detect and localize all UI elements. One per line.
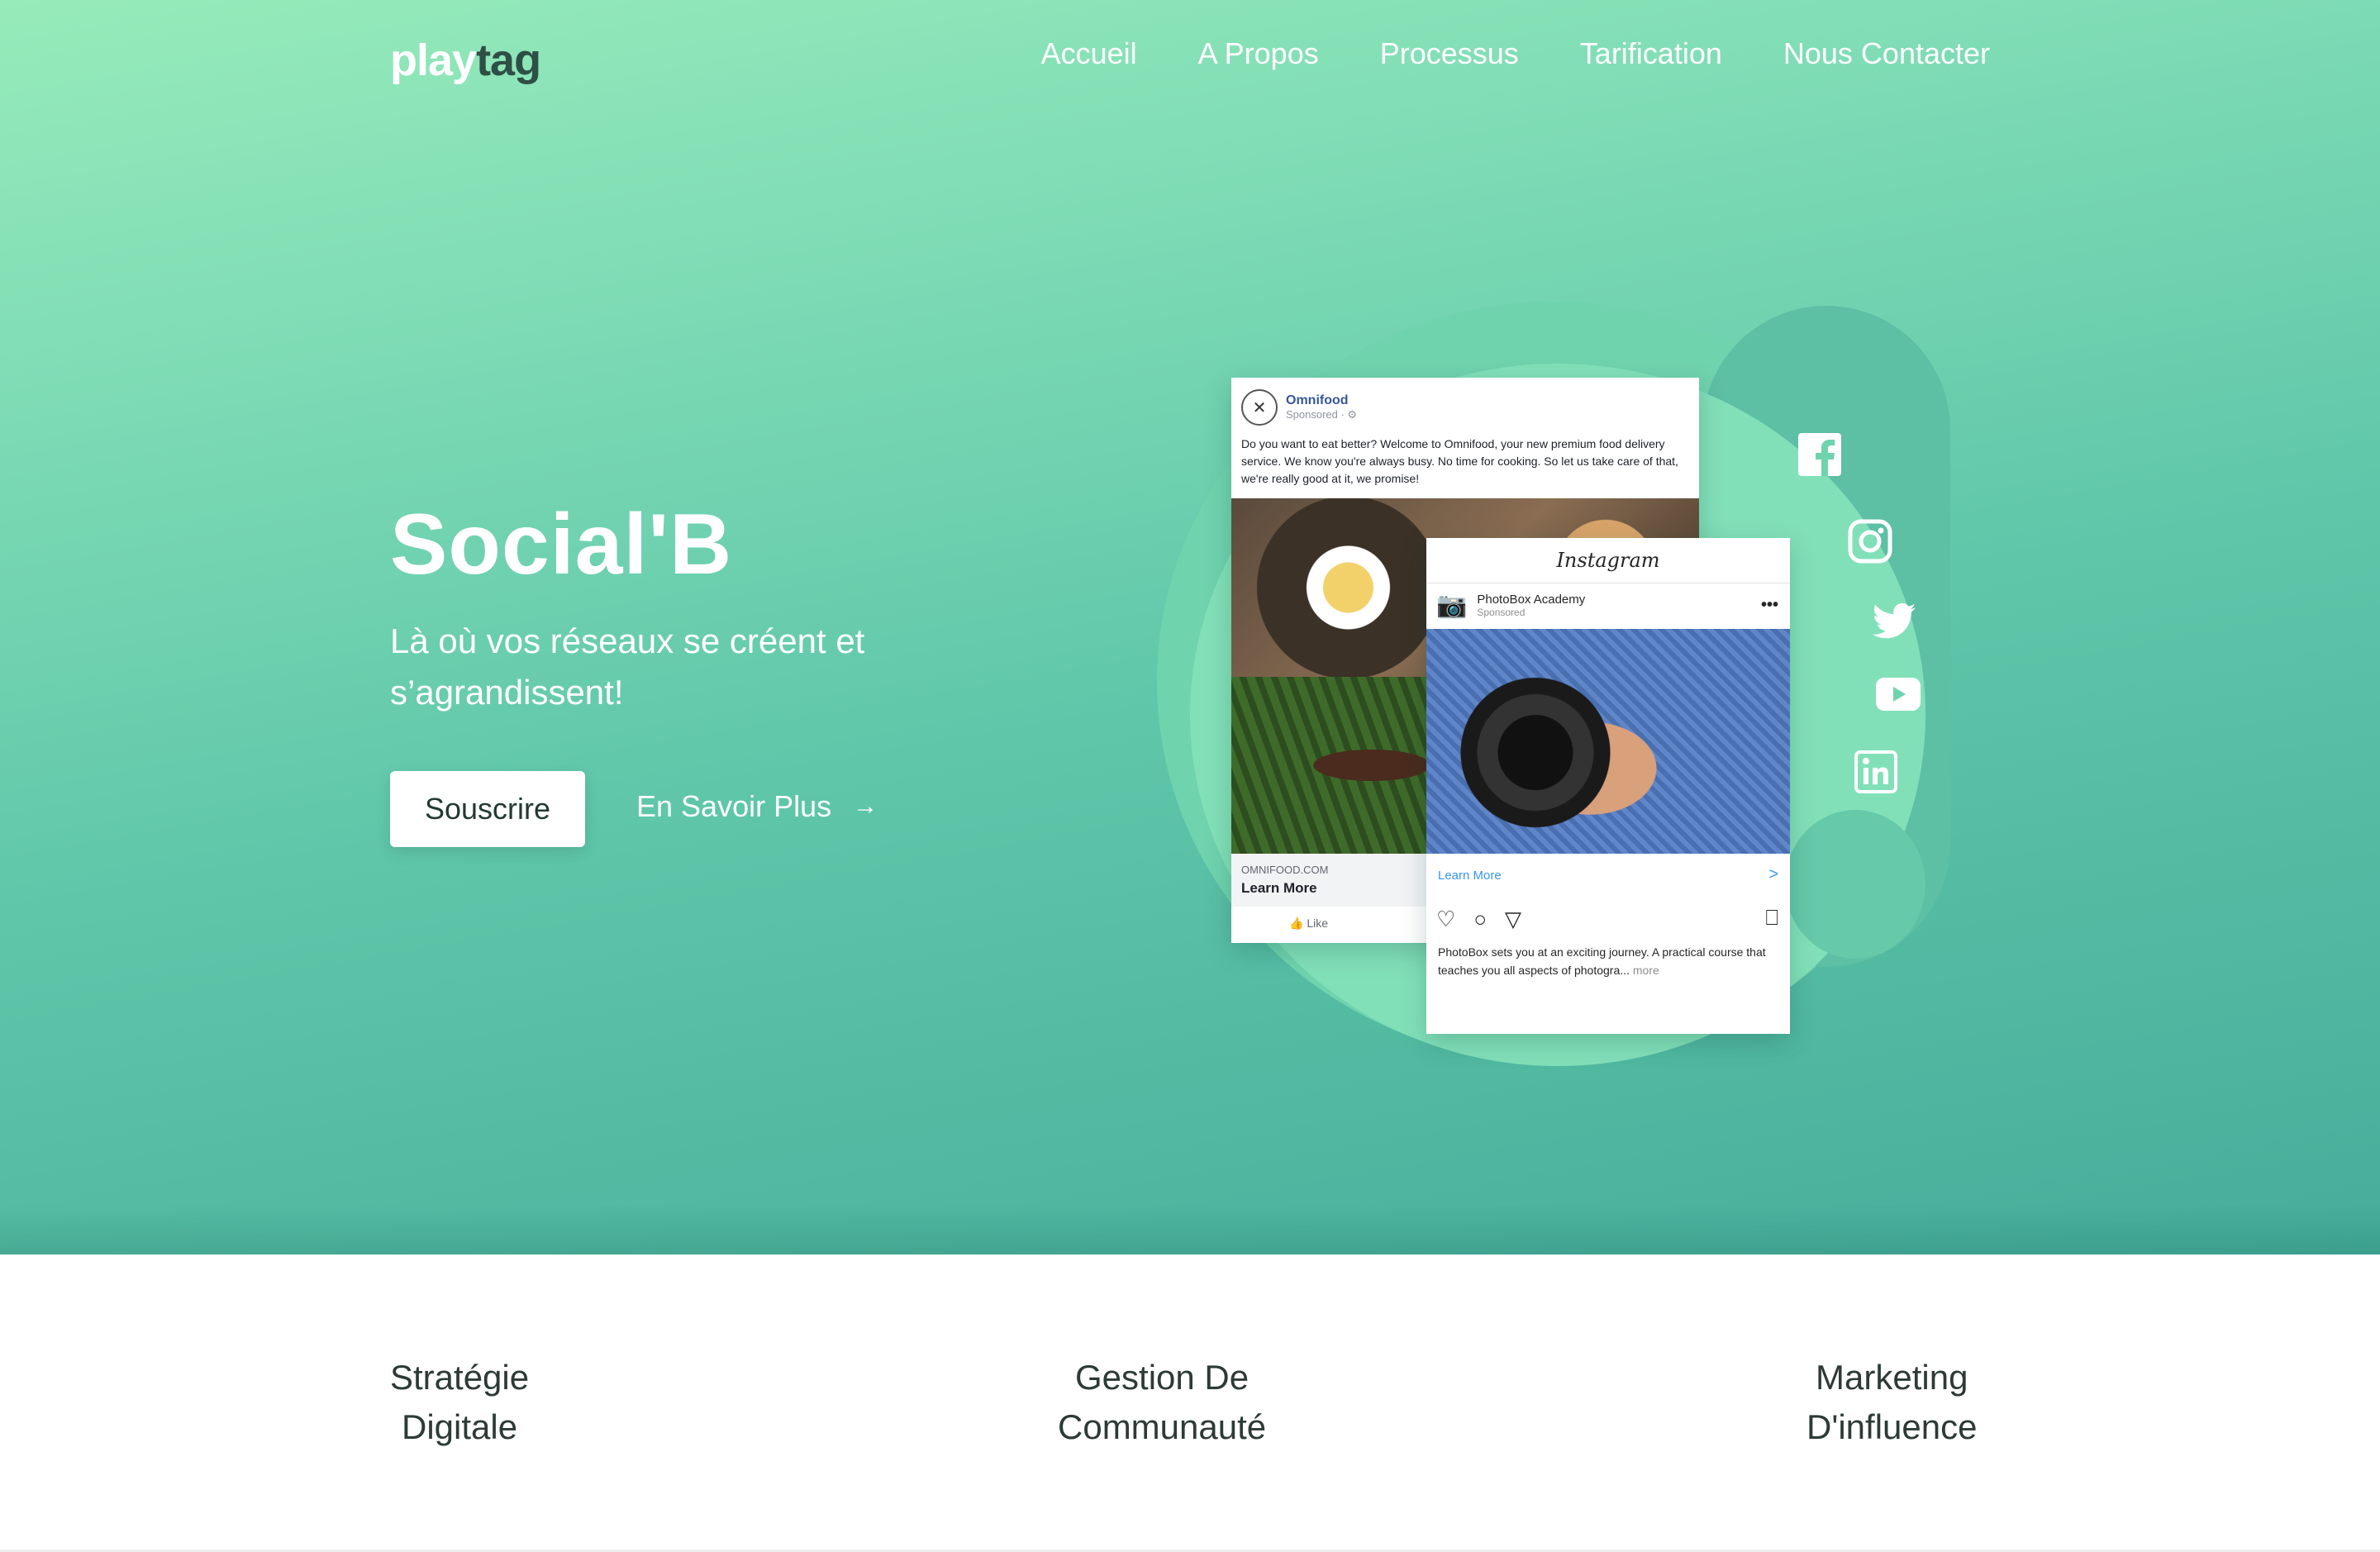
ig-sponsored: Sponsored: [1477, 607, 1526, 618]
camera-icon: 📷: [1436, 592, 1468, 619]
instagram-wordmark: Instagram: [1426, 538, 1790, 583]
background-blob-small: [1785, 810, 1925, 959]
facebook-icon[interactable]: [1798, 433, 1841, 476]
fb-like: 👍 Like: [1289, 916, 1329, 930]
heart-icon: ♡: [1436, 907, 1456, 931]
ig-learn-more: Learn More: [1438, 869, 1502, 883]
feature-line1: Marketing: [1816, 1358, 1968, 1397]
feature-line2: Communauté: [1058, 1407, 1267, 1446]
nav-nous-contacter[interactable]: Nous Contacter: [1783, 36, 1990, 71]
fb-ad-header: ✕ Omnifood Sponsored · ⚙: [1241, 389, 1357, 426]
playtag-logo[interactable]: playtag: [390, 35, 541, 86]
logo-part-tag: tag: [476, 36, 541, 85]
hero-section: playtag Accueil A Propos Processus Tarif…: [0, 0, 2380, 1254]
hero-bottom-shade: [0, 1205, 2380, 1254]
feature-line2: Digitale: [402, 1407, 518, 1446]
comment-icon: ○: [1473, 907, 1488, 931]
feature-line1: Stratégie: [390, 1358, 530, 1397]
twitter-icon[interactable]: [1873, 603, 1916, 640]
main-nav: Accueil A Propos Processus Tarification …: [1041, 36, 1990, 71]
instagram-ad-card: Instagram 📷 PhotoBox Academy Sponsored •…: [1426, 538, 1790, 1034]
camera-photo-image: [1426, 629, 1790, 854]
linkedin-icon[interactable]: [1854, 750, 1897, 793]
fb-sponsored: Sponsored · ⚙: [1286, 408, 1358, 421]
fb-page-name: Omnifood: [1286, 393, 1349, 407]
hero-title: Social'B: [390, 497, 733, 593]
nav-processus[interactable]: Processus: [1380, 36, 1519, 71]
ig-account-name: PhotoBox Academy: [1477, 593, 1586, 607]
youtube-icon[interactable]: [1876, 678, 1921, 711]
fb-ad-domain: OMNIFOOD.COM: [1241, 864, 1329, 876]
fb-learn-more: Learn More: [1241, 880, 1317, 896]
ig-ad-header: 📷 PhotoBox Academy Sponsored: [1436, 591, 1585, 620]
ig-caption-more: more: [1632, 964, 1659, 977]
omnifood-avatar: ✕: [1241, 389, 1278, 426]
more-dots-icon: •••: [1760, 596, 1778, 614]
feature-gestion-communaute: Gestion De Communauté: [1058, 1353, 1266, 1452]
share-icon: ▽: [1505, 907, 1522, 931]
feature-line2: D'influence: [1806, 1407, 1978, 1446]
feature-line1: Gestion De: [1075, 1358, 1250, 1397]
nav-tarification[interactable]: Tarification: [1580, 36, 1722, 71]
ig-action-icons: ♡ ○ ▽: [1436, 907, 1521, 932]
feature-marketing-influence: Marketing D'influence: [1806, 1353, 1977, 1452]
instagram-icon[interactable]: [1848, 519, 1892, 564]
subscribe-button[interactable]: Souscrire: [390, 771, 585, 847]
nav-accueil[interactable]: Accueil: [1041, 36, 1137, 71]
chevron-right-icon: >: [1768, 865, 1778, 883]
feature-strategie-digitale: Stratégie Digitale: [390, 1353, 529, 1452]
learn-more-label: En Savoir Plus: [636, 789, 832, 823]
ig-caption: PhotoBox sets you at an exciting journey…: [1438, 943, 1777, 979]
learn-more-link[interactable]: En Savoir Plus →: [636, 789, 878, 824]
arrow-right-icon: →: [853, 793, 878, 820]
ig-caption-text: PhotoBox sets you at an exciting journey…: [1438, 945, 1766, 977]
bookmark-icon: ⎕: [1765, 905, 1778, 930]
nav-a-propos[interactable]: A Propos: [1198, 36, 1319, 71]
fb-ad-text: Do you want to eat better? Welcome to Om…: [1241, 437, 1678, 485]
hero-subtitle: Là où vos réseaux se créent et s’agrandi…: [390, 621, 865, 712]
logo-part-play: play: [390, 36, 477, 85]
